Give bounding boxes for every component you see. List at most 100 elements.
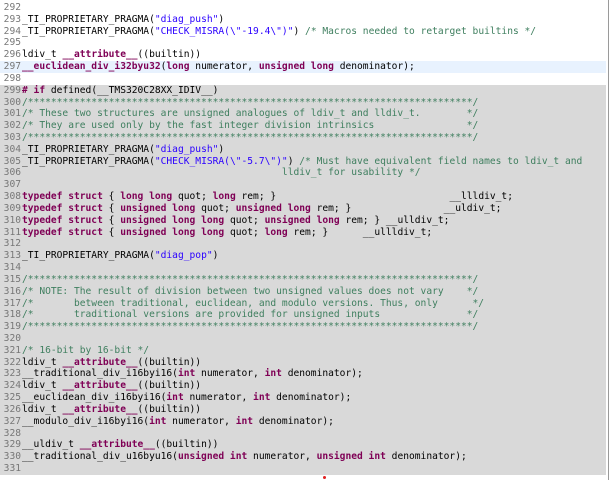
code-token: ldiv_t [22,49,63,61]
code-token: __attribute__ [62,380,138,392]
code-line[interactable]: 310 typedef struct { unsigned long long q… [0,214,606,227]
code-text: lldiv_t for usability */ [22,167,421,179]
code-text: /* traditional versions are provided for… [22,309,478,321]
code-line[interactable]: 305 _TI_PROPRIETARY_PRAGMA("CHECK_MISRA(\… [0,155,606,168]
code-token: rem; } __ulldiv_t; [339,214,450,226]
code-line[interactable]: 313 _TI_PROPRIETARY_PRAGMA("diag_pop") [0,250,606,263]
code-line[interactable]: 320 [0,332,606,345]
code-line[interactable]: 303/************************************… [0,132,606,145]
code-line[interactable]: 295 [0,37,606,49]
line-number: 297 [3,61,21,73]
code-line[interactable]: 306 lldiv_t for usability */ [0,167,606,180]
code-token: __uldiv_t [22,439,80,451]
code-line[interactable]: 328 [0,427,606,440]
code-line[interactable]: 318/* traditional versions are provided … [0,309,606,322]
code-line[interactable]: 329 __uldiv_t __attribute__((builtin)) [0,439,606,452]
line-number: 308 [3,191,21,203]
code-token: typedef struct [22,226,103,238]
code-line[interactable]: 330 __traditional_div_u16byu16(unsigned i… [0,451,606,464]
code-line[interactable]: 317/* between traditional, euclidean, an… [0,297,606,310]
code-token: /* between traditional, euclidean, and m… [22,297,485,309]
code-token: { [102,202,121,214]
code-token: { [102,226,121,238]
code-token: int [149,415,167,427]
code-line[interactable]: 326 ldiv_t __attribute__((builtin)) [0,403,606,416]
code-token: ldiv_t [22,380,63,392]
error-marker [323,476,326,479]
code-text: _TI_PROPRIETARY_PRAGMA("CHECK_MISRA(\"-1… [22,26,536,38]
line-number: 294 [3,25,21,37]
code-line[interactable]: 314 [0,262,606,275]
code-line[interactable]: 312 [0,238,606,251]
line-number: 316 [3,285,21,297]
code-token: __attribute__ [79,439,155,451]
code-text: typedef struct { long long quot; long re… [22,191,513,203]
code-token: _TI_PROPRIETARY_PRAGMA( [22,13,155,25]
code-token: __euclidean_div_i16byi16( [22,392,167,404]
code-token: rem; } __ullldiv_t; [287,226,433,238]
code-line[interactable]: 324 ldiv_t __attribute__((builtin)) [0,380,606,393]
code-token: ) [287,155,300,167]
code-line[interactable]: 323 __traditional_div_i16byi16(int numera… [0,368,606,381]
code-text: /* They are used only by the fast intege… [22,120,478,132]
code-line[interactable]: 321/* 16-bit by 16-bit */ [0,344,606,357]
code-token: __euclidean_div_i32byu32 [22,61,161,73]
code-token: ((builtin)) [137,356,202,368]
code-line[interactable]: 325 __euclidean_div_i16byi16(int numerato… [0,392,606,405]
code-token: __modulo_div_i16byi16( [22,415,150,427]
code-line[interactable]: 331 [0,462,606,475]
code-line[interactable]: 302/* They are used only by the fast int… [0,120,606,133]
code-token: long long [120,191,173,203]
code-line[interactable]: 299 # if defined(__TMS320C28XX_IDIV__) [0,84,606,97]
code-token: quot; [195,202,236,214]
code-line[interactable]: 304 _TI_PROPRIETARY_PRAGMA("diag_push") [0,143,606,156]
line-number: 331 [3,462,21,474]
code-token: numerator, [166,415,236,427]
code-token: /* Must have equivalent field names to l… [299,155,583,167]
line-number: 324 [3,380,21,392]
line-number: 302 [3,120,21,132]
code-token: "diag_push" [154,13,219,25]
line-number: 309 [3,202,21,214]
code-token: int [166,392,184,404]
code-line[interactable]: 292 [0,2,606,14]
code-line[interactable]: 296 ldiv_t __attribute__((builtin)) [0,49,606,61]
line-number: 311 [3,226,21,238]
code-text: _TI_PROPRIETARY_PRAGMA("diag_push") [22,14,224,26]
line-number: 303 [3,132,21,144]
code-line[interactable]: 319/************************************… [0,321,606,334]
code-line[interactable]: 311 typedef struct { unsigned long long q… [0,226,606,239]
code-token: /* They are used only by the fast intege… [22,120,479,132]
code-token: /* Macros needed to retarget builtins */ [305,25,537,37]
code-token: numerator, [183,392,254,404]
code-text: _TI_PROPRIETARY_PRAGMA("diag_push") [22,144,224,156]
code-line[interactable]: 301/* These two structures are unsigned … [0,108,606,121]
code-token: int [264,368,282,380]
code-token: _TI_PROPRIETARY_PRAGMA( [22,250,155,262]
line-number: 306 [3,167,21,179]
line-number: 327 [3,415,21,427]
code-line[interactable]: 294 _TI_PROPRIETARY_PRAGMA("CHECK_MISRA(\… [0,26,606,38]
line-number: 299 [3,84,21,96]
code-line[interactable]: 316/* NOTE: The result of division betwe… [0,285,606,298]
code-line[interactable]: 307 [0,179,606,192]
code-line[interactable]: 300/************************************… [0,96,606,109]
code-token: long [166,61,190,73]
code-token: ) [293,25,306,37]
code-token: ) [212,250,219,262]
code-token: defined(__TMS320C28XX_IDIV__) [50,84,219,96]
code-token: rem; } __llldiv_t; [235,191,513,203]
code-line[interactable]: 315/************************************… [0,273,606,286]
code-line[interactable]: 297 __euclidean_div_i32byu32(long numerat… [0,61,606,74]
code-line[interactable]: 327 __modulo_div_i16byi16(int numerator, … [0,415,606,428]
code-token: int [177,368,196,380]
code-line[interactable]: 309 typedef struct { unsigned long quot; … [0,202,606,215]
code-line[interactable]: 322 ldiv_t __attribute__((builtin)) [0,356,606,369]
code-line[interactable]: 293 _TI_PROPRIETARY_PRAGMA("diag_push") [0,14,606,26]
code-line[interactable]: 298 [0,73,606,85]
code-token: _TI_PROPRIETARY_PRAGMA( [22,143,155,155]
line-number: 315 [3,273,21,285]
code-editor[interactable]: 292 293 _TI_PROPRIETARY_PRAGMA("diag_push"… [0,0,609,480]
code-text: typedef struct { unsigned long quot; uns… [22,203,501,215]
code-line[interactable]: 308 typedef struct { long long quot; long… [0,191,606,204]
